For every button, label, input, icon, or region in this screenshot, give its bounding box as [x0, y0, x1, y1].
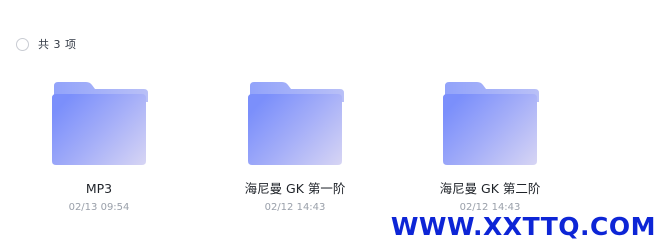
- folder-icon[interactable]: [437, 80, 543, 168]
- select-all-checkbox[interactable]: [16, 37, 29, 51]
- folder-name[interactable]: 海尼曼 GK 第二阶: [405, 181, 575, 197]
- item-count-label: 共 3 项: [38, 38, 77, 51]
- modified-date: 02/13 09:54: [68, 202, 130, 213]
- folder-name[interactable]: MP3: [14, 181, 184, 197]
- folder-item[interactable]: 海尼曼 GK 第二阶 02/12 14:43: [405, 80, 575, 214]
- folder-icon[interactable]: [46, 80, 152, 168]
- watermark-text: WWW.XXTTQ.COM: [390, 212, 656, 241]
- folder-item[interactable]: 海尼曼 GK 第一阶 02/12 14:43: [210, 80, 380, 214]
- selection-bar: 共 3 项: [16, 36, 77, 52]
- folder-icon[interactable]: [242, 80, 348, 168]
- folder-name[interactable]: 海尼曼 GK 第一阶: [210, 181, 380, 197]
- folder-item[interactable]: MP3 02/13 09:54: [14, 80, 184, 214]
- modified-date: 02/12 14:43: [264, 202, 326, 213]
